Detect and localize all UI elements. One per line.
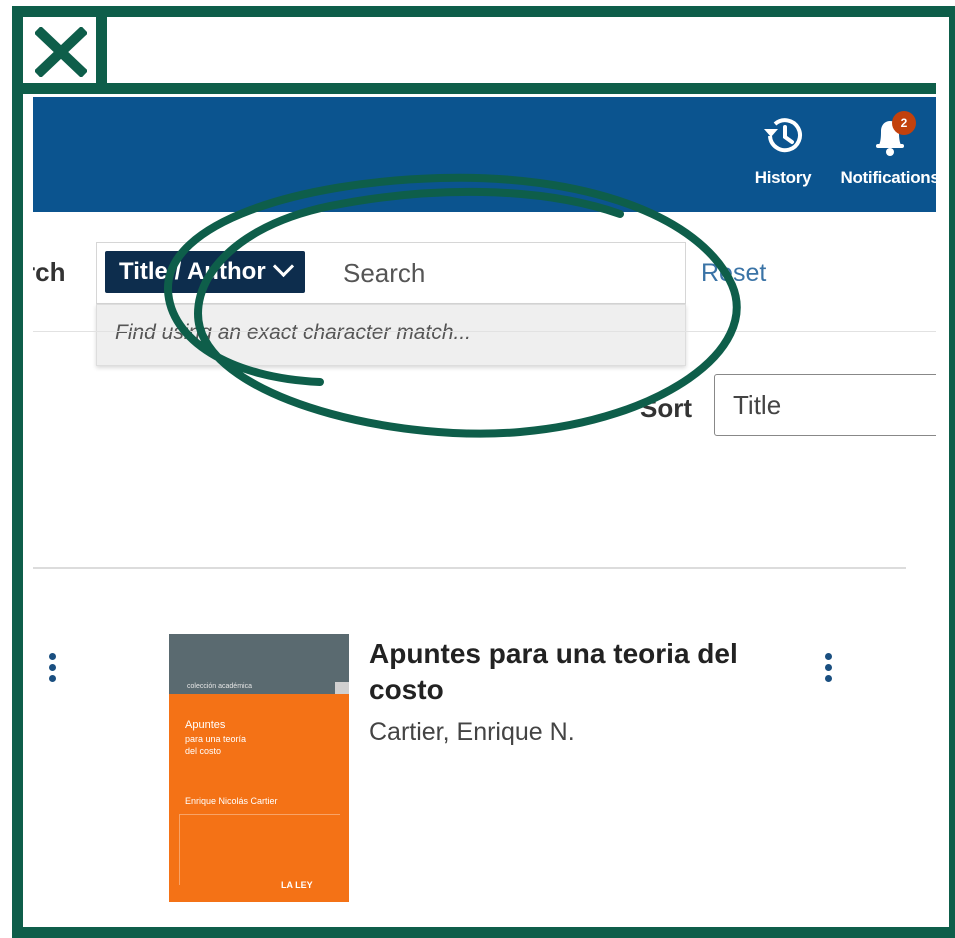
divider — [33, 331, 936, 332]
search-scope-dropdown[interactable]: Title / Author — [105, 251, 305, 293]
notifications-label: Notifications — [840, 168, 936, 187]
search-scope-label: Title / Author — [119, 258, 266, 285]
search-suggestion-text: Find using an exact character match... — [115, 321, 472, 344]
result-author: Cartier, Enrique N. — [369, 718, 575, 746]
sort-label: Sort — [640, 393, 692, 423]
cover-collection: colección académica — [187, 683, 252, 690]
sort-select[interactable]: Title — [714, 374, 936, 436]
history-button[interactable]: History — [743, 115, 823, 188]
history-label: History — [754, 168, 812, 187]
reset-link[interactable]: Reset — [701, 259, 766, 288]
kebab-menu-icon[interactable] — [49, 653, 57, 686]
top-header: History 2 Notifications — [33, 97, 936, 212]
notification-count-badge: 2 — [892, 111, 916, 135]
search-bar: Title / Author — [96, 242, 686, 304]
book-cover[interactable]: colección académica Apuntes para una teo… — [169, 634, 349, 902]
search-label: rch — [33, 257, 66, 287]
cover-publisher: LA LEY — [281, 880, 313, 890]
result-title[interactable]: Apuntes para una teoria del costo — [369, 636, 789, 708]
sort-selected-value: Title — [733, 390, 782, 420]
search-suggestion[interactable]: Find using an exact character match... — [96, 304, 686, 366]
close-icon — [35, 27, 87, 77]
history-icon — [764, 118, 802, 153]
cover-subtitle: para una teoría del costo — [185, 734, 247, 756]
divider — [33, 567, 906, 569]
close-button[interactable] — [21, 17, 107, 87]
chevron-down-icon — [272, 255, 294, 278]
search-input[interactable] — [341, 251, 675, 295]
cover-author: Enrique Nicolás Cartier — [185, 796, 278, 806]
app-panel: History 2 Notifications rch Title / Auth… — [33, 97, 936, 915]
frame-divider — [21, 83, 936, 94]
kebab-menu-icon[interactable] — [825, 653, 833, 686]
notifications-button[interactable]: 2 Notifications — [835, 111, 936, 188]
cover-title: Apuntes — [185, 719, 226, 731]
